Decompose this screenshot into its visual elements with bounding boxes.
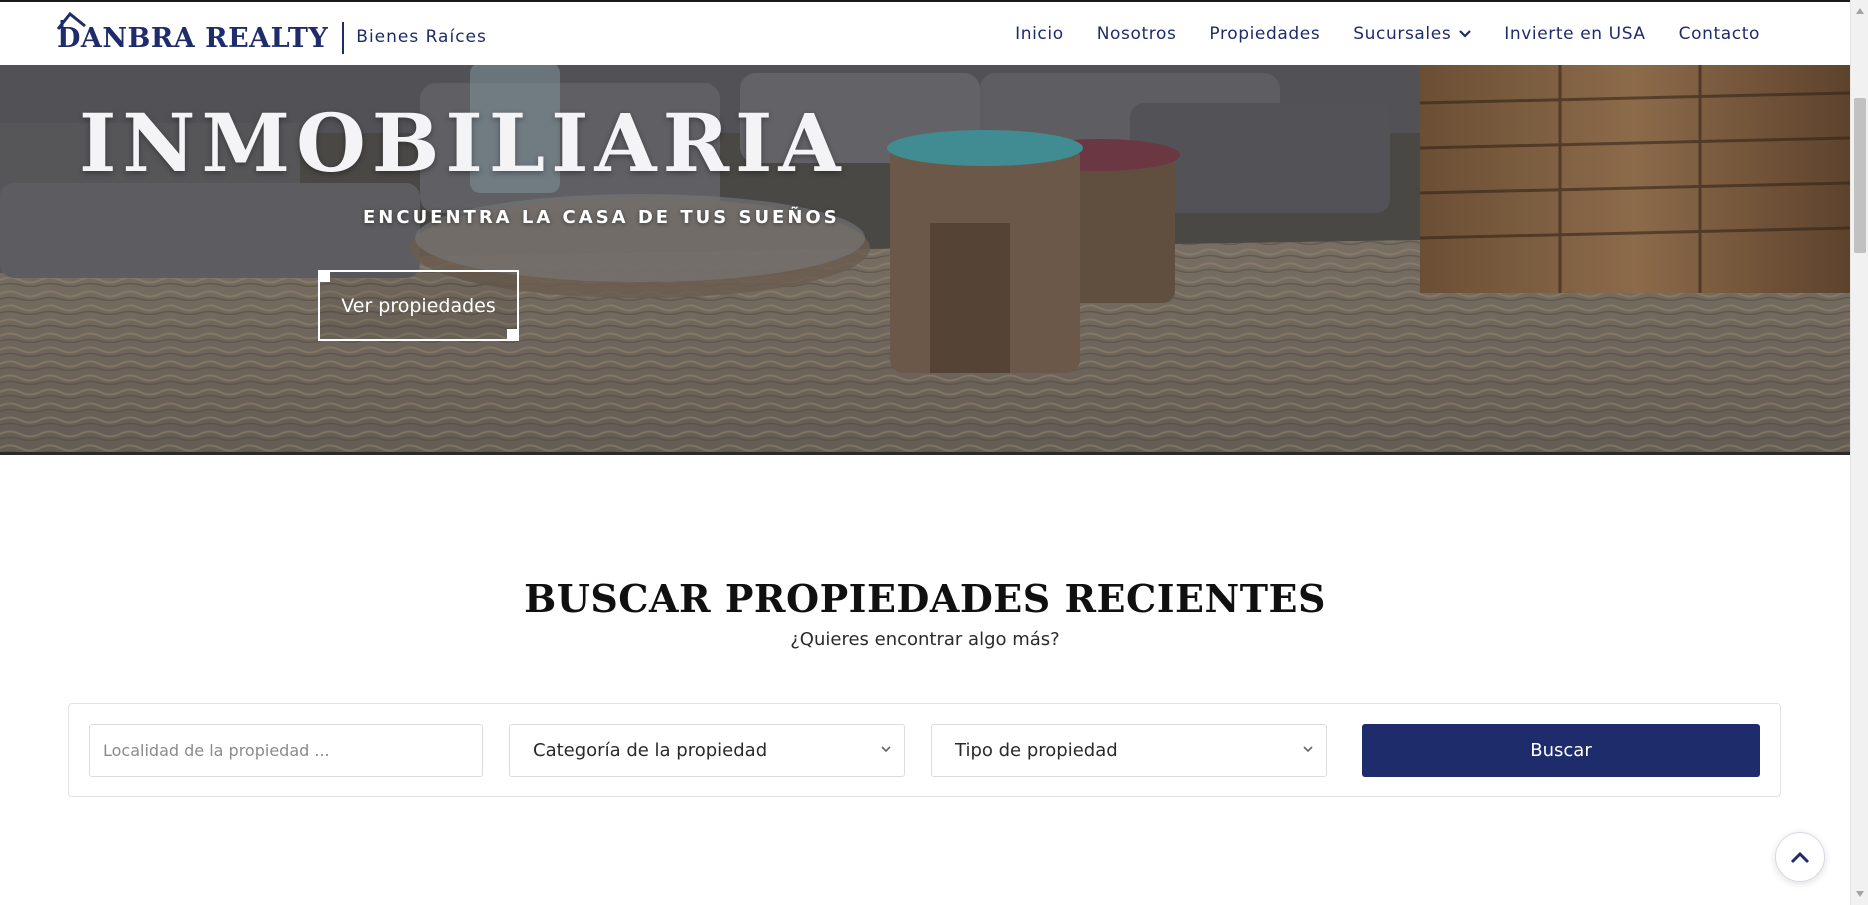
nav-item-invierte-usa[interactable]: Invierte en USA [1504,24,1645,44]
type-select-value: Tipo de propiedad [955,740,1118,761]
button-corner-accent [318,270,330,282]
logo-text: DANBRA REALTY [57,22,329,54]
logo-divider [342,22,345,54]
scroll-up-arrow-icon[interactable] [1855,6,1865,16]
page-scrollbar[interactable] [1850,0,1868,905]
hero-subtitle: ENCUENTRA LA CASA DE TUS SUEÑOS [363,207,840,228]
location-field[interactable] [89,724,483,777]
chevron-down-icon [1303,746,1313,753]
nav-item-contacto[interactable]: Contacto [1679,24,1760,44]
search-section-title: BUSCAR PROPIEDADES RECIENTES [524,576,1326,621]
button-corner-accent [507,329,519,341]
chevron-down-icon [1459,29,1472,38]
buscar-button-label: Buscar [1530,740,1592,761]
nav-label: Sucursales [1353,23,1452,44]
scrollbar-thumb[interactable] [1854,98,1866,253]
nav-label: Propiedades [1209,23,1321,44]
nav-item-sucursales[interactable]: Sucursales [1353,23,1472,44]
search-section-subtitle: ¿Quieres encontrar algo más? [790,629,1060,650]
scroll-to-top-button[interactable] [1775,832,1825,882]
chevron-down-icon [881,746,891,753]
scroll-down-arrow-icon[interactable] [1855,889,1865,899]
nav-label: Contacto [1678,23,1760,44]
nav-label: Inicio [1015,23,1064,44]
hero-banner: INMOBILIARIA ENCUENTRA LA CASA DE TUS SU… [0,63,1850,455]
nav-label: Nosotros [1096,23,1177,44]
category-select-value: Categoría de la propiedad [533,740,768,761]
buscar-button[interactable]: Buscar [1362,724,1760,777]
category-select[interactable]: Categoría de la propiedad [509,724,905,777]
nav-item-propiedades[interactable]: Propiedades [1209,24,1320,44]
site-header: DANBRA REALTY Bienes Raíces Inicio Nosot… [0,0,1850,65]
nav-item-nosotros[interactable]: Nosotros [1097,24,1177,44]
ver-propiedades-button[interactable]: Ver propiedades [318,270,519,341]
main-nav: Inicio Nosotros Propiedades Sucursales I… [1015,2,1760,65]
nav-item-inicio[interactable]: Inicio [1015,24,1064,44]
house-roof-icon [57,11,86,30]
type-select[interactable]: Tipo de propiedad [931,724,1327,777]
hero-title: INMOBILIARIA [79,96,847,190]
logo-subtitle: Bienes Raíces [356,27,487,47]
chevron-up-icon [1790,851,1810,863]
logo[interactable]: DANBRA REALTY Bienes Raíces [57,10,487,58]
location-input[interactable] [90,725,482,776]
nav-label: Invierte en USA [1504,23,1646,44]
button-label: Ver propiedades [341,294,496,317]
property-search-form: Categoría de la propiedad Tipo de propie… [68,703,1781,797]
